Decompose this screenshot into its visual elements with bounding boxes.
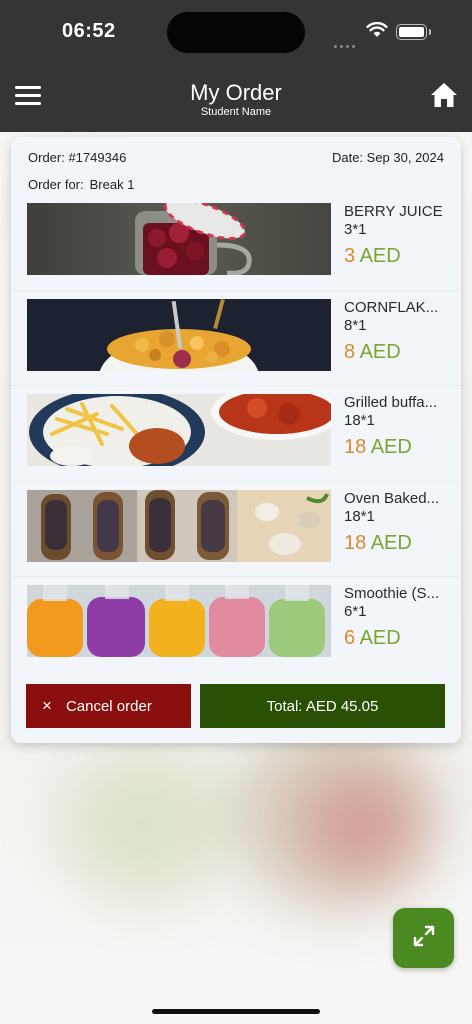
expand-arrows-icon — [412, 924, 436, 953]
cancel-order-label: Cancel order — [65, 697, 152, 715]
order-number: Order: #1749346 — [28, 150, 127, 165]
dynamic-island — [167, 12, 305, 53]
order-date: Date: Sep 30, 2024 — [331, 150, 444, 165]
item-image-berry-juice — [27, 203, 331, 275]
page-subtitle: Student Name — [200, 106, 272, 118]
home-icon[interactable] — [430, 82, 458, 113]
item-image-cornflakes — [27, 298, 331, 371]
item-quantity: 18*1 — [344, 507, 375, 525]
item-price: 6 AED — [344, 627, 401, 650]
item-price-currency: AED — [370, 436, 412, 458]
item-price-value: 8 — [344, 340, 356, 363]
item-price-currency: AED — [359, 340, 401, 363]
order-item[interactable]: Smoothie (S... 6*1 6 AED — [11, 577, 461, 673]
wifi-icon — [366, 21, 388, 43]
status-bar: 06:52 — [0, 0, 472, 64]
item-price: 3 AED — [344, 245, 401, 268]
item-price-value: 3 — [344, 245, 356, 267]
order-for: Order for: Break 1 — [28, 177, 134, 192]
page-title: My Order — [190, 80, 282, 105]
item-image-grilled-buffalo — [27, 394, 331, 466]
status-time: 06:52 — [62, 20, 116, 42]
total-label: Total: AED 45.05 — [266, 697, 379, 715]
order-item[interactable]: Oven Baked... 18*1 18 AED — [11, 482, 461, 577]
item-price: 8 AED — [344, 341, 401, 364]
order-item[interactable]: CORNFLAK... 8*1 8 AED — [11, 291, 461, 386]
item-name: Grilled buffa... — [344, 394, 438, 411]
expand-button[interactable] — [393, 908, 454, 968]
item-price-value: 18 — [344, 436, 367, 458]
item-quantity: 18*1 — [344, 412, 375, 429]
item-quantity: 8*1 — [344, 316, 367, 334]
home-indicator — [152, 1009, 320, 1014]
app-header: My Order Student Name — [0, 64, 472, 132]
item-price-currency: AED — [359, 245, 401, 267]
order-item[interactable]: BERRY JUICE 3*1 3 AED — [11, 195, 461, 291]
item-price: 18 AED — [344, 436, 412, 459]
item-name: BERRY JUICE — [344, 203, 443, 220]
order-for-label: Order for: — [28, 177, 84, 192]
item-quantity: 6*1 — [344, 603, 367, 620]
item-name: Oven Baked... — [344, 489, 440, 507]
item-quantity: 3*1 — [344, 221, 367, 238]
total-button[interactable]: Total: AED 45.05 — [200, 684, 445, 728]
order-item[interactable]: Grilled buffa... 18*1 18 AED — [11, 386, 461, 482]
cellular-signal-icon — [334, 35, 358, 53]
item-price-value: 18 — [344, 531, 367, 554]
item-price: 18 AED — [344, 532, 412, 555]
item-price-value: 6 — [344, 627, 356, 649]
order-for-value: Break 1 — [89, 177, 135, 192]
item-name: Smoothie (S... — [344, 585, 440, 602]
item-name: CORNFLAK... — [344, 298, 439, 316]
battery-icon — [396, 24, 431, 40]
close-icon: × — [42, 696, 52, 715]
item-price-currency: AED — [359, 627, 401, 649]
order-items-list: BERRY JUICE 3*1 3 AED CORNFLAK... 8*1 8 … — [11, 195, 461, 673]
item-image-oven-baked — [27, 489, 331, 562]
item-price-currency: AED — [370, 531, 412, 554]
item-image-smoothie — [27, 585, 331, 657]
cancel-order-button[interactable]: × Cancel order — [26, 684, 191, 728]
order-card: Order: #1749346 Date: Sep 30, 2024 Order… — [11, 137, 461, 743]
